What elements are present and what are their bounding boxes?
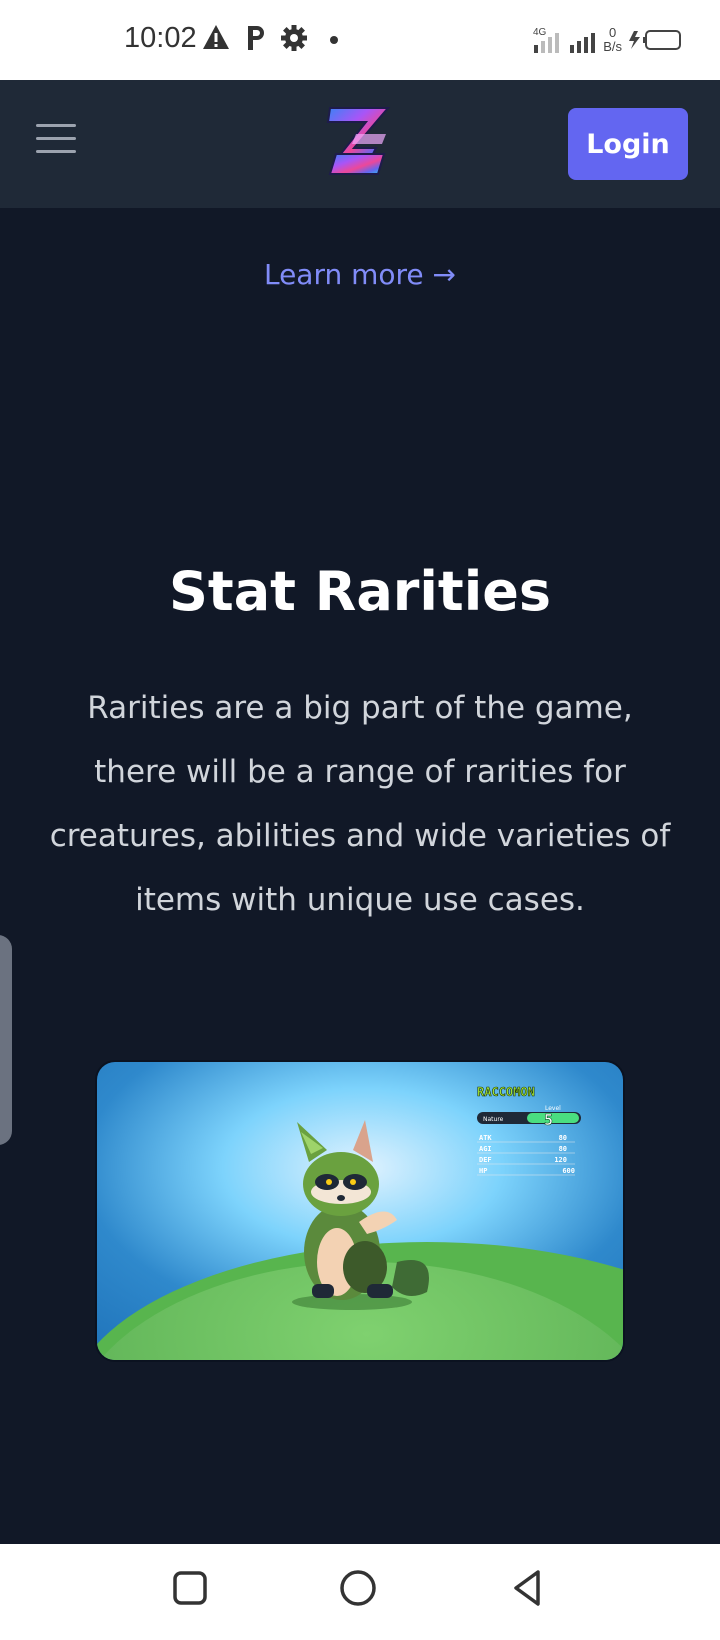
stat-value: 80 <box>559 1134 567 1142</box>
learn-more-link[interactable]: Learn more → <box>0 258 720 291</box>
network-speed: 0 B/s <box>603 26 622 54</box>
stat-label: AGI <box>479 1145 492 1153</box>
creature-type: Nature <box>483 1116 504 1123</box>
battery-charging-icon <box>629 30 681 50</box>
status-time: 10:02 <box>124 22 197 54</box>
side-edge-handle[interactable] <box>0 935 12 1145</box>
stat-value: 80 <box>559 1145 567 1153</box>
square-icon[interactable] <box>170 1568 210 1608</box>
dot-icon <box>330 36 338 44</box>
system-nav-bar <box>0 1544 720 1640</box>
warning-icon <box>203 25 229 49</box>
login-button[interactable]: Login <box>568 108 688 180</box>
circle-icon[interactable] <box>338 1568 378 1608</box>
creature-level: 5 <box>544 1111 553 1129</box>
svg-text:4G: 4G <box>533 27 547 38</box>
stat-label: DEF <box>479 1156 492 1164</box>
section-title: Stat Rarities <box>168 560 551 623</box>
section-description: Rarities are a big part of the game, the… <box>49 690 671 918</box>
hamburger-menu-icon[interactable] <box>36 124 76 154</box>
stat-value: 600 <box>562 1167 575 1175</box>
parking-icon <box>248 26 264 50</box>
creature-name: RACCOMON <box>477 1085 535 1099</box>
raccomon-stat-card-image: RACCOMON Level Nature 5 ATK 80 AGI 80 DE… <box>95 1060 625 1362</box>
stat-label: HP <box>479 1167 487 1175</box>
status-right: 4G 0 B/s <box>533 20 684 60</box>
status-bar: 10:02 4G 0 B/s <box>0 0 720 80</box>
gear-icon <box>281 25 307 51</box>
speed-value: 0 <box>608 25 617 40</box>
signal-4g-icon: 4G <box>533 27 560 53</box>
stat-label: ATK <box>479 1134 492 1142</box>
site-header: Login <box>0 80 720 208</box>
triangle-back-icon[interactable] <box>508 1568 548 1608</box>
logo[interactable] <box>326 104 392 180</box>
speed-unit: B/s <box>603 39 622 54</box>
stat-value: 120 <box>554 1156 567 1164</box>
signal-icon <box>570 33 596 53</box>
